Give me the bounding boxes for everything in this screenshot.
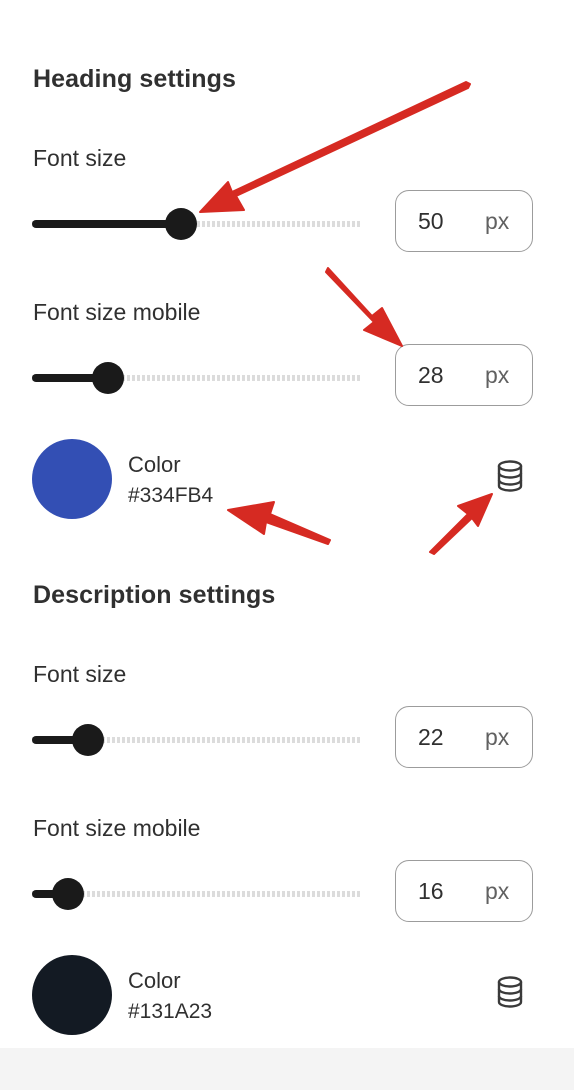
description-font-size-input[interactable] — [418, 724, 468, 751]
description-settings-title: Description settings — [33, 581, 276, 609]
slider-thumb[interactable] — [72, 724, 104, 756]
unit-label: px — [485, 208, 510, 234]
heading-font-size-mobile-label: Font size mobile — [33, 299, 201, 325]
description-font-size-mobile-label: Font size mobile — [33, 815, 201, 841]
heading-color-label: Color — [128, 452, 181, 477]
heading-color-swatch[interactable] — [32, 439, 112, 519]
unit-label: px — [485, 724, 510, 750]
description-font-size-label: Font size — [33, 661, 127, 687]
database-icon[interactable] — [496, 976, 524, 1008]
description-font-size-mobile-input[interactable] — [418, 878, 468, 905]
slider-thumb[interactable] — [92, 362, 124, 394]
heading-font-size-input[interactable] — [418, 208, 468, 235]
description-font-size-mobile-field[interactable]: px — [395, 860, 533, 922]
bottom-divider — [0, 1048, 574, 1090]
heading-color-hex: #334FB4 — [128, 484, 214, 507]
description-font-size-field[interactable]: px — [395, 706, 533, 768]
heading-font-size-mobile-input[interactable] — [418, 362, 468, 389]
description-color-swatch[interactable] — [32, 955, 112, 1035]
annotation-arrow-4 — [429, 493, 493, 555]
slider-fill — [32, 220, 181, 228]
unit-label: px — [485, 362, 510, 388]
annotation-arrow-2 — [325, 267, 403, 347]
description-color-label: Color — [128, 968, 181, 993]
description-color-hex: #131A23 — [128, 1000, 213, 1023]
database-icon[interactable] — [496, 460, 524, 492]
settings-panel: Heading settings Font size px Font size … — [0, 0, 574, 1090]
heading-font-size-label: Font size — [33, 145, 127, 171]
slider-thumb[interactable] — [165, 208, 197, 240]
heading-settings-title: Heading settings — [33, 65, 237, 93]
heading-font-size-mobile-slider[interactable] — [32, 358, 362, 398]
unit-label: px — [485, 878, 510, 904]
heading-font-size-slider[interactable] — [32, 204, 362, 244]
heading-font-size-mobile-field[interactable]: px — [395, 344, 533, 406]
heading-font-size-field[interactable]: px — [395, 190, 533, 252]
description-font-size-slider[interactable] — [32, 720, 362, 760]
description-font-size-mobile-slider[interactable] — [32, 874, 362, 914]
annotation-arrow-3 — [227, 501, 331, 545]
slider-thumb[interactable] — [52, 878, 84, 910]
